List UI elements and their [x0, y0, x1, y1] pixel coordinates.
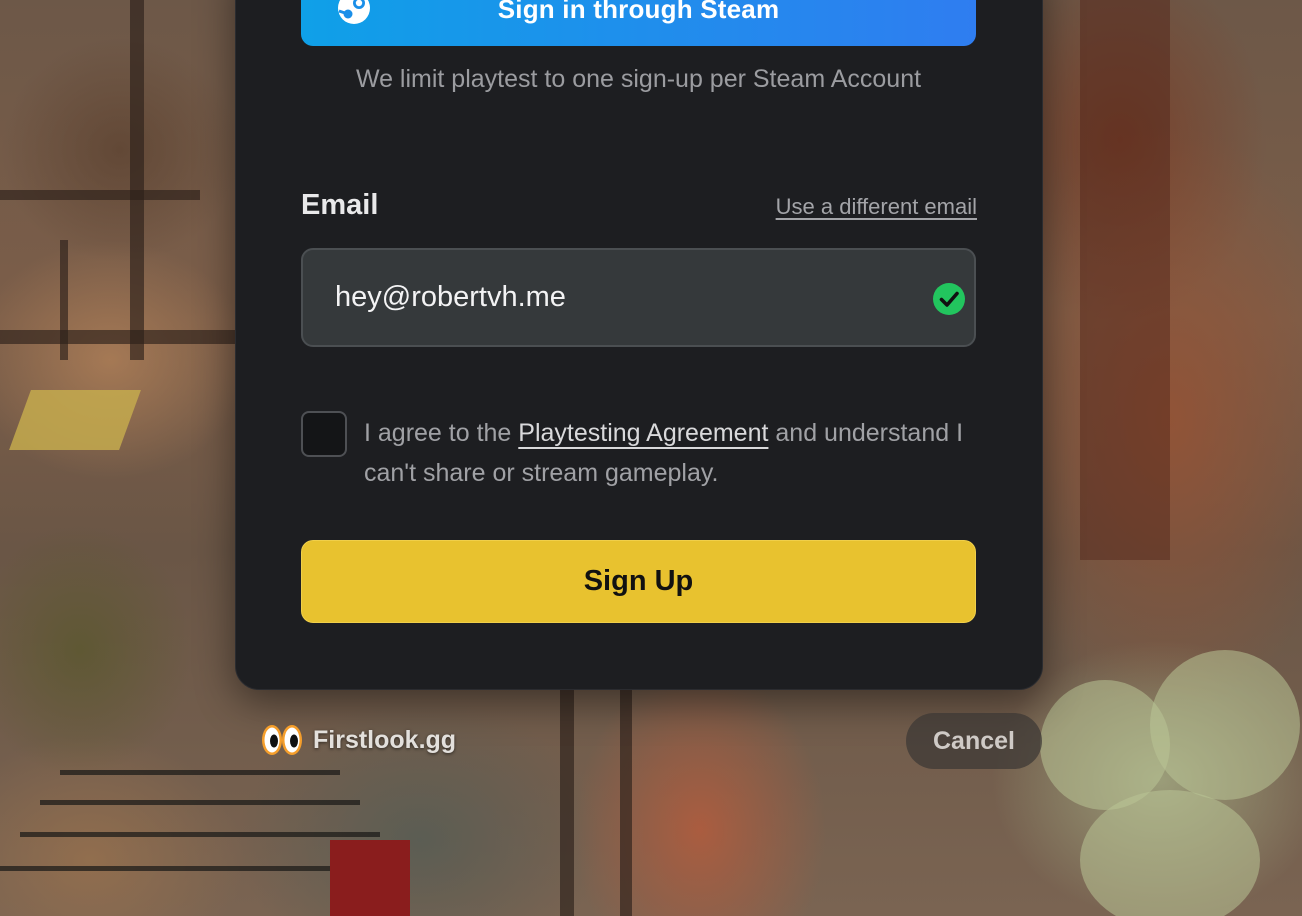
steam-icon	[338, 0, 370, 24]
signup-card: Sign in through Steam We limit playtest …	[235, 0, 1043, 690]
steam-button-label: Sign in through Steam	[497, 0, 780, 24]
use-different-email-link[interactable]: Use a different email	[776, 194, 977, 220]
sign-up-label: Sign Up	[583, 565, 694, 597]
email-label: Email	[301, 189, 379, 221]
agreement-text: I agree to the Playtesting Agreement and…	[364, 413, 964, 493]
cancel-button[interactable]: Cancel	[906, 713, 1042, 769]
agreement-row: I agree to the Playtesting Agreement and…	[301, 411, 976, 501]
playtesting-agreement-link[interactable]: Playtesting Agreement	[518, 419, 768, 447]
check-circle-icon	[933, 283, 965, 315]
sign-up-button[interactable]: Sign Up	[301, 540, 976, 623]
brand: Firstlook.gg	[261, 722, 456, 758]
cancel-label: Cancel	[933, 726, 1015, 755]
signup-limit-note: We limit playtest to one sign-up per Ste…	[355, 65, 922, 93]
brand-name: Firstlook.gg	[313, 725, 457, 754]
sign-in-through-steam-button[interactable]: Sign in through Steam	[301, 0, 976, 46]
eyes-icon	[262, 725, 302, 755]
agreement-checkbox[interactable]	[301, 411, 347, 457]
email-input[interactable]	[335, 281, 895, 314]
agreement-text-before: I agree to the	[364, 419, 519, 447]
email-field[interactable]	[301, 248, 976, 347]
